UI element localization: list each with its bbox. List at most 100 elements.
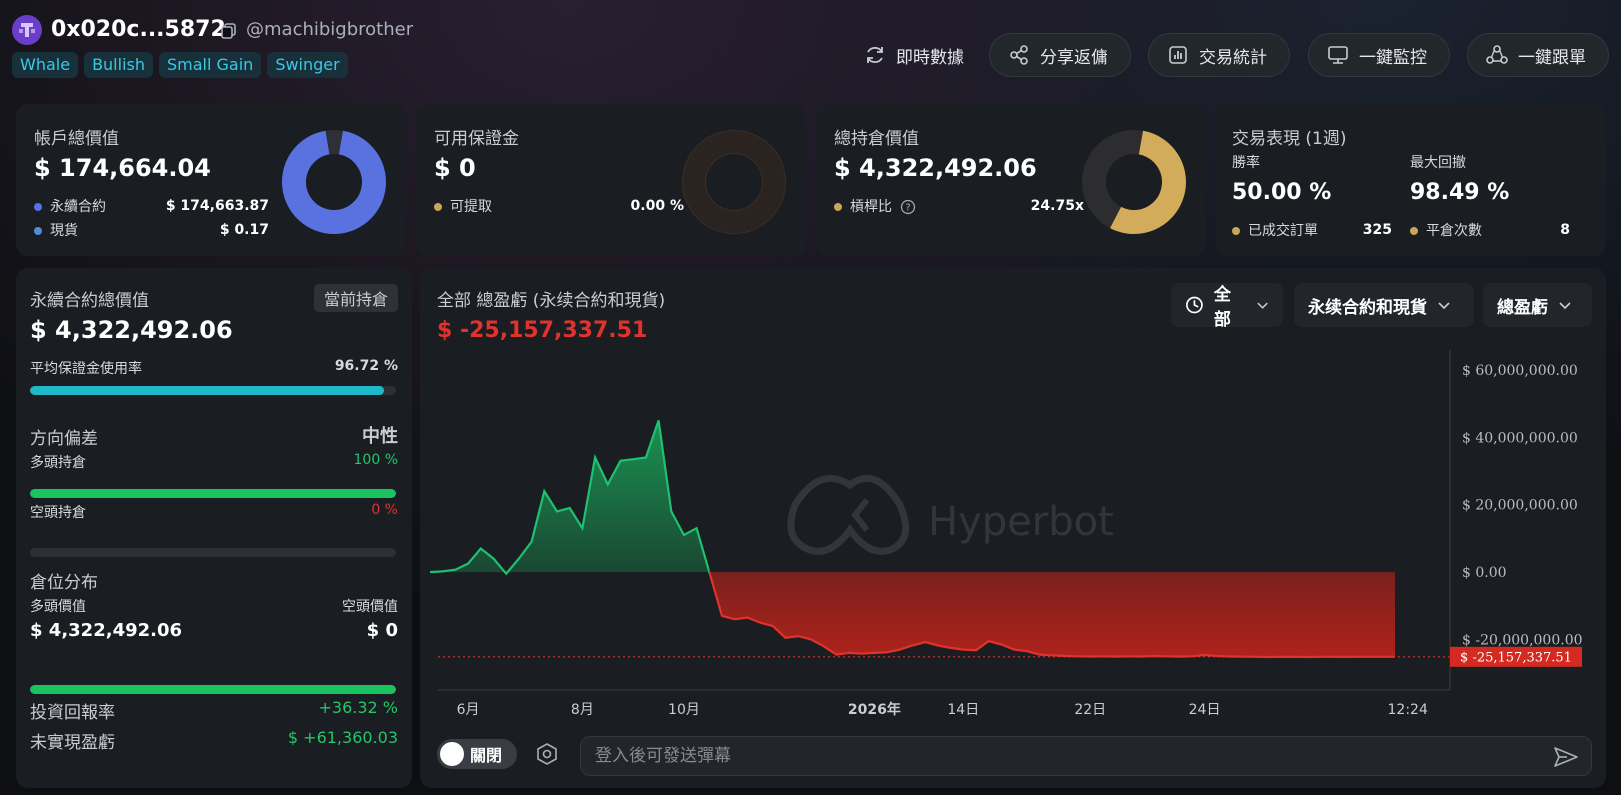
hyperbot-watermark: Hyperbot xyxy=(787,474,1114,555)
y-tick-label: $ 20,000,000.00 xyxy=(1462,498,1578,514)
short-label: 空頭持倉 xyxy=(30,505,86,521)
avatar-glyph-icon xyxy=(19,23,35,37)
chart-pnl-value: $ -25,157,337.51 xyxy=(437,318,648,343)
dist-long-fill xyxy=(30,685,396,694)
stats-button[interactable]: 交易統計 xyxy=(1148,33,1290,77)
performance-title: 交易表現 (1週) xyxy=(1232,129,1347,149)
upnl-value: $ +61,360.03 xyxy=(287,728,398,747)
short-value: 0 % xyxy=(371,502,398,518)
roi-label: 投資回報率 xyxy=(30,703,115,723)
orders-row: 已成交訂單 325 xyxy=(1232,220,1392,240)
roi-value: +36.32 % xyxy=(318,698,399,717)
settings-hex-icon[interactable] xyxy=(535,742,559,766)
user-handle[interactable]: @machibigbrother xyxy=(246,18,413,42)
drawdown-value: 98.49 % xyxy=(1410,180,1510,205)
avatar[interactable] xyxy=(12,15,42,45)
close-label: 平倉次數 xyxy=(1426,223,1482,239)
danmaku-toggle[interactable]: 關閉 xyxy=(437,739,517,769)
spot-value: $ 0.17 xyxy=(219,222,269,238)
svg-text:?: ? xyxy=(906,203,911,214)
realtime-label: 即時數據 xyxy=(896,47,964,68)
margin-donut-chart xyxy=(682,130,786,234)
tag-list: Whale Bullish Small Gain Swinger xyxy=(12,52,348,78)
danmaku-input-box[interactable] xyxy=(580,736,1592,776)
long-val-label: 多頭價值 xyxy=(30,599,86,615)
y-axis-ticks: $ 60,000,000.00 $ 40,000,000.00 $ 20,000,0… xyxy=(1462,363,1583,649)
winrate-value: 50.00 % xyxy=(1232,180,1332,205)
copy-icon[interactable] xyxy=(220,22,238,40)
refresh-icon xyxy=(867,46,883,64)
perp-summary-panel: 永續合約總價值 當前持倉 $ 4,322,492.06 平均保證金使用率 96.… xyxy=(16,268,412,788)
margin-usage-value: 96.72 % xyxy=(334,358,398,374)
pnl-chart[interactable]: Hyperbot $ 60,000,000.00$ 40,000,000.00$… xyxy=(420,345,1606,725)
stats-label: 交易統計 xyxy=(1199,47,1267,68)
long-label: 多頭持倉 xyxy=(30,455,86,471)
account-donut-chart xyxy=(282,130,386,234)
short-val: $ 0 xyxy=(366,620,398,641)
x-tick-label: 8月 xyxy=(571,702,594,718)
margin-usage-fill xyxy=(30,386,384,395)
chevron-down-icon xyxy=(1559,302,1571,310)
y-tick-label: $ 0.00 xyxy=(1462,565,1507,581)
long-val: $ 4,322,492.06 xyxy=(30,620,183,641)
orders-label: 已成交訂單 xyxy=(1248,223,1318,239)
share-label: 分享返傭 xyxy=(1040,47,1108,68)
metric-dropdown[interactable]: 總盈虧 xyxy=(1483,283,1592,327)
x-tick-label: 24日 xyxy=(1189,702,1221,718)
performance-card: 交易表現 (1週) 勝率 50.00 % 最大回撤 98.49 % 已成交訂單 … xyxy=(1216,104,1606,256)
share-button[interactable]: 分享返傭 xyxy=(989,33,1131,77)
help-icon[interactable]: ? xyxy=(900,199,916,215)
perp-label: 永續合約 xyxy=(50,199,106,215)
current-position-button[interactable]: 當前持倉 xyxy=(313,284,398,312)
chart-title: 全部 總盈虧 (永续合約和現貨) xyxy=(437,291,666,311)
monitor-button[interactable]: 一鍵監控 xyxy=(1308,33,1450,77)
account-value-amount: $ 174,664.04 xyxy=(34,154,211,182)
chevron-down-icon xyxy=(1438,302,1450,310)
short-bar xyxy=(30,548,396,557)
perp-total-label: 永續合約總價值 xyxy=(30,291,149,311)
realtime-button[interactable]: 即時數據 xyxy=(846,33,982,77)
x-tick-label: 2026年 xyxy=(848,701,901,718)
x-tick-label: 14日 xyxy=(947,702,979,718)
share-icon xyxy=(1010,45,1028,65)
upnl-label: 未實現盈虧 xyxy=(30,733,115,753)
drawdown-label: 最大回撤 xyxy=(1410,155,1466,171)
withdraw-row: 可提取 0.00 % xyxy=(434,196,684,216)
market-dropdown[interactable]: 永续合約和現貨 xyxy=(1294,283,1474,327)
winrate-label: 勝率 xyxy=(1232,155,1260,171)
bias-value: 中性 xyxy=(362,426,398,447)
close-row: 平倉次數 8 xyxy=(1410,220,1570,240)
leverage-label: 槓桿比 xyxy=(850,199,892,215)
wallet-address: 0x020c...5872 xyxy=(51,17,226,42)
perp-value: $ 174,663.87 xyxy=(165,198,269,214)
danmaku-input[interactable] xyxy=(595,746,1495,766)
orders-value: 325 xyxy=(1362,222,1392,238)
available-margin-card: 可用保證金 $ 0 可提取 0.00 % xyxy=(416,104,806,256)
y-tick-label: $ 40,000,000.00 xyxy=(1462,430,1578,446)
long-value: 100 % xyxy=(353,452,398,468)
watermark-text: Hyperbot xyxy=(928,499,1114,545)
network-icon xyxy=(1486,45,1508,64)
margin-usage-bar xyxy=(30,386,396,395)
copytrade-button[interactable]: 一鍵跟單 xyxy=(1467,33,1609,77)
current-value-tag: $ -25,157,337.51 xyxy=(1450,646,1582,667)
leverage-row: 槓桿比 ? 24.75x xyxy=(834,196,1084,216)
total-position-card: 總持倉價值 $ 4,322,492.06 槓桿比 ? 24.75x xyxy=(816,104,1206,256)
tag-bullish: Bullish xyxy=(84,52,153,78)
tag-small-gain: Small Gain xyxy=(159,52,262,78)
send-icon[interactable] xyxy=(1553,745,1579,769)
clock-icon xyxy=(1186,296,1203,314)
monitor-icon xyxy=(1328,46,1348,64)
long-bar xyxy=(30,489,396,498)
range-dropdown[interactable]: 全部 xyxy=(1171,283,1283,330)
position-donut-chart xyxy=(1082,130,1186,234)
margin-amount: $ 0 xyxy=(434,154,476,182)
position-amount: $ 4,322,492.06 xyxy=(834,154,1037,182)
y-tick-label: $ -20,000,000.00 xyxy=(1462,632,1583,648)
x-tick-label: 6月 xyxy=(457,702,480,718)
spot-row: 現貨 $ 0.17 xyxy=(34,220,269,240)
margin-title: 可用保證金 xyxy=(434,129,519,149)
withdraw-value: 0.00 % xyxy=(630,198,684,214)
margin-usage-label: 平均保證金使用率 xyxy=(30,361,142,377)
dist-label: 倉位分布 xyxy=(30,573,98,593)
